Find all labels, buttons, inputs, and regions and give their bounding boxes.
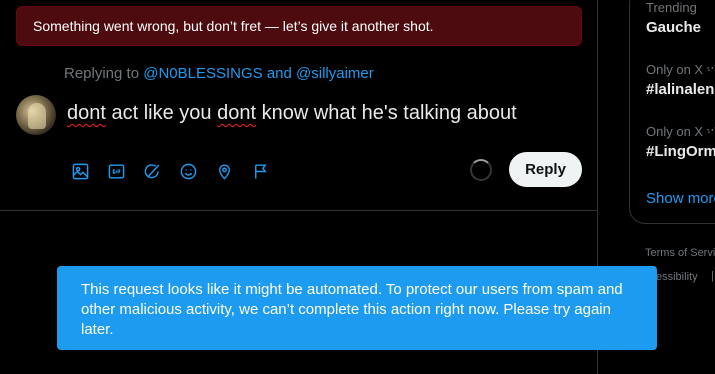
trend-name[interactable]: #lalinalen xyxy=(646,81,714,98)
misspelled-word: dont xyxy=(217,102,257,124)
automation-toast: This request looks like it might be auto… xyxy=(57,266,657,350)
reply-text-part: act like you xyxy=(105,102,218,124)
flag-button[interactable] xyxy=(242,156,278,186)
handle-conjunction: and xyxy=(266,65,292,82)
location-icon xyxy=(218,164,230,180)
reply-handles[interactable]: @N0BLESSINGS and @sillyaimer xyxy=(143,65,374,82)
image-icon xyxy=(72,163,88,179)
handle-link-1[interactable]: @N0BLESSINGS xyxy=(143,65,262,82)
grok-icon xyxy=(144,163,159,178)
reply-text-input[interactable]: dont act like you dont know what he's ta… xyxy=(67,102,517,125)
handle-link-2[interactable]: @sillyaimer xyxy=(296,65,374,82)
trend-meta: Only on X · T xyxy=(646,124,715,139)
composer-toolbar xyxy=(62,156,278,186)
flag-icon xyxy=(254,163,267,179)
trend-meta: Only on X · T xyxy=(646,62,715,77)
more-icon[interactable]: ⋯ xyxy=(706,122,715,138)
gif-button[interactable] xyxy=(98,156,134,186)
show-more-link[interactable]: Show more xyxy=(646,190,715,207)
gif-icon xyxy=(108,163,124,179)
location-button[interactable] xyxy=(206,156,242,186)
emoji-icon xyxy=(180,163,196,179)
grok-button[interactable] xyxy=(134,156,170,186)
trend-name[interactable]: Gauche xyxy=(646,19,701,36)
media-button[interactable] xyxy=(62,156,98,186)
misspelled-word: dont xyxy=(67,102,106,124)
replying-prefix: Replying to xyxy=(64,65,140,82)
replying-to-line: Replying to @N0BLESSINGS and @sillyaimer xyxy=(64,65,374,82)
reply-button[interactable]: Reply xyxy=(509,152,582,187)
footer-separator: | xyxy=(711,270,714,282)
avatar[interactable] xyxy=(16,95,56,135)
more-icon[interactable]: ⋯ xyxy=(706,60,715,76)
divider xyxy=(0,210,598,211)
trend-name[interactable]: #LingOrm xyxy=(646,143,715,160)
reply-text-part: know what he's talking about xyxy=(256,102,517,124)
error-banner-text: Something went wrong, but don’t fret — l… xyxy=(33,18,434,34)
emoji-button[interactable] xyxy=(170,156,206,186)
trend-meta: Trending xyxy=(646,0,697,15)
terms-link[interactable]: Terms of Servic xyxy=(645,247,715,259)
error-banner: Something went wrong, but don’t fret — l… xyxy=(16,6,582,46)
character-progress-icon xyxy=(470,159,492,181)
toast-text: This request looks like it might be auto… xyxy=(81,281,623,338)
